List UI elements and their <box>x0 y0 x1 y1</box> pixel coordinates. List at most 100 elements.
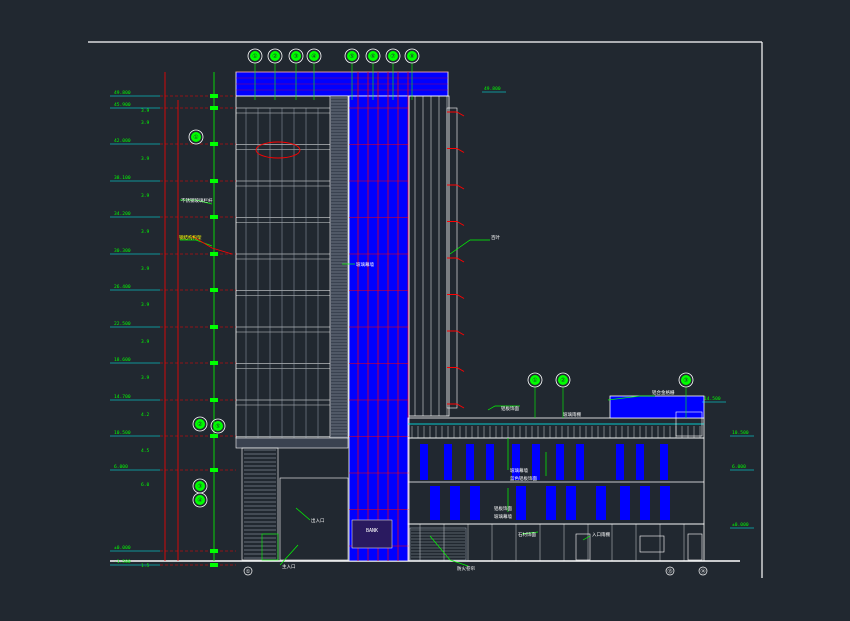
lower-left-block <box>235 437 349 561</box>
axis-label: ① <box>246 569 251 575</box>
grid-bubble-label: ③ <box>197 483 202 490</box>
level-elevation: 49.800 <box>114 90 131 96</box>
callout-tower-note: 玻璃幕墙 <box>356 261 374 268</box>
grid-bubble-label: ② <box>560 377 565 384</box>
level-tick <box>210 468 218 472</box>
slab-tick <box>456 111 465 117</box>
level-elevation: 34.200 <box>114 211 131 217</box>
grid-bubble-label: ① <box>193 134 198 141</box>
level-labels: 49.800 3.9 45.900 3.9 42.000 3.9 38.100 3.9 34.2… <box>114 90 150 569</box>
blue-panel <box>566 486 576 520</box>
level-tick <box>210 434 218 438</box>
grid-bubble-label: ① <box>532 377 537 384</box>
callout-ground-c: 防火卷帘 <box>457 565 475 572</box>
blue-panel <box>660 486 670 520</box>
slab-tick <box>456 403 465 409</box>
level-elevation: 22.500 <box>114 321 131 327</box>
blue-panel <box>660 444 668 480</box>
right-level-elevation: 49.800 <box>484 86 501 92</box>
level-elevation: 30.300 <box>114 248 131 254</box>
level-elevation: 45.900 <box>114 102 131 108</box>
level-elevation: ±0.000 <box>114 545 131 551</box>
grid-bubble-label: ② <box>197 421 202 428</box>
blue-panel <box>470 486 480 520</box>
callout-podium-top-a: 铝板饰面 <box>501 405 519 412</box>
building-elevation-drawing: BANK 49.8003.945.9003.942.0003.938.1003.… <box>88 41 763 578</box>
axis-label: ⑭ <box>700 568 705 575</box>
level-height: 6.0 <box>141 482 150 488</box>
level-tick <box>210 288 218 292</box>
right-level-elevation: 14.500 <box>704 396 721 402</box>
level-height: 3.9 <box>141 193 150 199</box>
grid-bubble-label: ① <box>252 53 257 60</box>
blue-panel <box>620 486 630 520</box>
blue-panel <box>596 486 606 520</box>
level-elevation: -1.500 <box>114 559 131 565</box>
blue-panel <box>444 444 452 480</box>
blue-panel <box>430 486 440 520</box>
blue-panel <box>636 444 644 480</box>
level-tick <box>210 179 218 183</box>
grid-bubble-label: ⑥ <box>370 53 375 60</box>
callout-roof-note: 铝合金格栅 <box>652 389 675 396</box>
level-tick <box>210 106 218 110</box>
level-height: 3.9 <box>141 266 150 272</box>
level-height: 3.9 <box>141 120 150 126</box>
left-tower <box>235 71 449 442</box>
slab-tick <box>456 184 465 190</box>
callout-ground-a: 石材饰面 <box>518 531 536 538</box>
right-level-elevation: 6.000 <box>732 464 746 470</box>
slab-tick <box>456 148 465 153</box>
callout-ground-d: 出入口 <box>311 517 325 524</box>
level-tick <box>210 398 218 402</box>
slab-tick <box>456 294 465 299</box>
grid-bubble-label: ⑤ <box>215 423 220 430</box>
level-height: 4.2 <box>141 412 150 418</box>
right-slab-tower <box>408 95 465 417</box>
grid-bubble-label: ③ <box>683 377 688 384</box>
blue-panel <box>616 444 624 480</box>
callout-podium-top-b: 玻璃雨棚 <box>563 411 581 418</box>
cad-drawing-canvas: BANK 49.800 3.9 45.900 3.9 42.000 3.9 38… <box>0 0 850 617</box>
level-tick <box>210 549 218 553</box>
slab-tick <box>456 257 465 263</box>
callout-ground-b: 入口雨棚 <box>592 531 610 538</box>
level-tick <box>210 142 218 146</box>
grid-bubble-label: ② <box>272 53 277 60</box>
level-elevation: 10.500 <box>114 430 131 436</box>
callout-podium-mid-b: 蓝色铝板饰面 <box>510 475 537 482</box>
level-tick <box>210 94 218 98</box>
blue-panel <box>466 444 474 480</box>
grid-bubble-label: ⑦ <box>390 53 395 60</box>
level-elevation: 42.000 <box>114 138 131 144</box>
grid-bubble-label: ⑧ <box>409 53 414 60</box>
callout-entrance: 主入口 <box>282 563 296 570</box>
level-tick <box>210 215 218 219</box>
dimension-column <box>110 72 236 567</box>
blue-panel <box>640 486 650 520</box>
level-tick <box>210 325 218 329</box>
slab-tick <box>456 367 465 372</box>
grid-bubble-label: ④ <box>197 497 202 504</box>
right-level-elevation: ±0.000 <box>732 522 749 528</box>
bank-sign-text: BANK <box>366 528 378 534</box>
level-tick <box>210 361 218 365</box>
level-elevation: 6.000 <box>114 464 128 470</box>
axis-label: ⑬ <box>667 568 672 575</box>
blue-panel <box>546 486 556 520</box>
slab-tick <box>456 221 465 226</box>
blue-panel <box>486 444 494 480</box>
level-tick <box>210 563 218 567</box>
callout-stair-glass: 不锈钢玻璃栏杆 <box>181 197 213 204</box>
bank-sign <box>351 519 393 549</box>
right-level-elevation: 10.500 <box>732 430 749 436</box>
level-elevation: 26.400 <box>114 284 131 290</box>
podium <box>407 395 705 562</box>
slab-tick <box>456 330 465 336</box>
callout-podium-low-a: 铝板饰面 <box>494 505 512 512</box>
level-height: 3.9 <box>141 339 150 345</box>
blue-panel <box>420 444 428 480</box>
level-height: 3.9 <box>141 375 150 381</box>
level-height: 3.9 <box>141 108 150 114</box>
leader-lines <box>180 199 655 567</box>
